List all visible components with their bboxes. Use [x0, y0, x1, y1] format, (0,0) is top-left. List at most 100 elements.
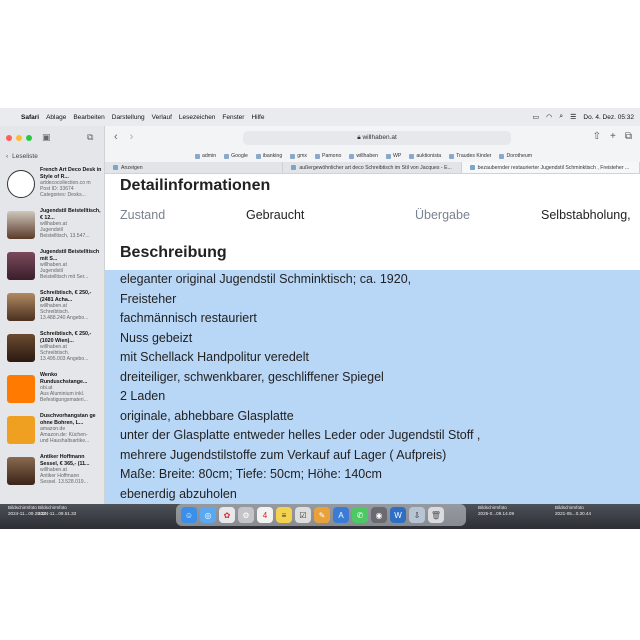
reading-list-item[interactable]: Jugendstil Beistelltisch, € 12... willha…	[0, 208, 104, 249]
tab-art-deco-schreibtisch[interactable]: außergewöhnlicher art deco Schreibtisch …	[283, 162, 462, 173]
description-selection: eleganter original Jugendstil Schminktis…	[105, 270, 640, 504]
safari-window: ▣ ⧉ ‹ Leseliste French Art Deco Desk in …	[0, 126, 640, 504]
favorite-item[interactable]: willhaben	[349, 153, 378, 159]
bookmark-icon	[409, 153, 415, 159]
reading-list-item[interactable]: Jugendstil Beistelltisch mit S... willha…	[0, 249, 104, 290]
calendar-icon[interactable]: 4	[257, 507, 273, 523]
item-title: Antiker Hoffmann Sessel, € 365,- (11...	[40, 454, 90, 467]
reading-list-item[interactable]: Antiker Hoffmann Sessel, € 365,- (11... …	[0, 454, 104, 495]
description-line: originale, abhebbare Glasplatte	[120, 408, 294, 423]
forward-icon[interactable]: ›	[130, 131, 134, 143]
favorite-item[interactable]: admin	[195, 153, 216, 159]
description-line: dreiteiliger, schwenkbarer, geschliffene…	[120, 369, 384, 384]
favorite-item[interactable]: auktionista	[409, 153, 441, 159]
zoom-window-button[interactable]	[26, 135, 32, 141]
desktop-file[interactable]: Bildschirmfoto 2021-05...0.30.44	[555, 505, 591, 516]
reading-list-item[interactable]: French Art Deco Desk in Style of R... ar…	[0, 167, 104, 208]
menu-verlauf[interactable]: Verlauf	[152, 114, 172, 121]
description-line: Nuss gebeizt	[120, 330, 193, 345]
reading-list-item[interactable]: Schreibtisch, € 250,- (2481 Acha... will…	[0, 290, 104, 331]
reading-list-title: Leseliste	[12, 153, 38, 160]
menu-hilfe[interactable]: Hilfe	[251, 114, 264, 121]
favorite-item[interactable]: ibanking	[255, 153, 282, 159]
finder-icon[interactable]: ☺	[181, 507, 197, 523]
desktop: Bildschirmfoto 2024-11...09.28.33 Bildsch…	[0, 504, 640, 529]
description-line: unter der Glasplatte entweder helles Led…	[120, 428, 481, 442]
favorite-item[interactable]: Traudes Kinder	[449, 153, 491, 159]
wifi-icon[interactable]: ◠	[546, 113, 552, 121]
share-icon[interactable]: ⇧	[593, 131, 601, 142]
minimize-window-button[interactable]	[16, 135, 22, 141]
tab-jugendstil-schminktisch[interactable]: bezaubernder restaurierter Jugendstil Sc…	[461, 162, 640, 173]
toolbar-actions: ⇧ + ⧉	[593, 131, 632, 142]
bookmark-icon	[315, 153, 321, 159]
reading-list-header: ‹ Leseliste	[6, 153, 38, 160]
favorite-item[interactable]: Pamono	[315, 153, 341, 159]
favicon-icon	[113, 165, 118, 170]
status-area: ▭ ◠ ⌕ ☰ Do. 4. Dez. 05:32	[532, 108, 634, 126]
back-icon[interactable]: ‹	[114, 131, 118, 143]
favorite-item[interactable]: gmx	[290, 153, 307, 159]
menu-darstellung[interactable]: Darstellung	[112, 114, 145, 121]
new-tab-icon[interactable]: +	[610, 131, 616, 142]
chevron-left-icon[interactable]: ‹	[6, 153, 8, 160]
menu-safari[interactable]: Safari	[21, 114, 39, 121]
page-title: Detailinformationen	[120, 177, 271, 194]
item-title: Jugendstil Beistelltisch, € 12...	[40, 208, 101, 221]
favorite-item[interactable]: Google	[224, 153, 248, 159]
screen: Safari Ablage Bearbeiten Darstellung Ver…	[0, 108, 640, 529]
trash-icon[interactable]: 🗑︎	[428, 507, 444, 523]
system-settings-icon[interactable]: ⚙	[238, 507, 254, 523]
menu-lesezeichen[interactable]: Lesezeichen	[179, 114, 216, 121]
description-line: 2 Laden	[120, 389, 166, 403]
description-title: Beschreibung	[120, 244, 227, 261]
preview-icon[interactable]: ◉	[371, 507, 387, 523]
field-key-uebergabe: Übergabe	[415, 208, 470, 222]
reading-list-item[interactable]: Schreibtisch, € 250,- (1020 Wien)... wil…	[0, 331, 104, 372]
field-value-zustand: Gebraucht	[246, 208, 305, 222]
description-line: Maße: Breite: 80cm; Tiefe: 50cm; Höhe: 1…	[120, 467, 382, 481]
tab-overview-icon[interactable]: ⧉	[87, 132, 93, 143]
field-key-zustand: Zustand	[120, 208, 166, 222]
desktop-file[interactable]: Bildschirmfoto 2024-11...09.51.33	[38, 505, 76, 516]
battery-icon[interactable]: ▭	[532, 113, 539, 121]
item-title: Wenko Runduschstange...	[40, 372, 88, 385]
sidebar-toggle-icon[interactable]: ▣	[42, 132, 51, 143]
reading-list: French Art Deco Desk in Style of R... ar…	[0, 167, 104, 495]
favorites-bar: admin Google ibanking gmx Pamono willhab…	[105, 150, 640, 162]
tab-anzeigen[interactable]: Anzeigen	[105, 162, 284, 173]
menu-bearbeiten[interactable]: Bearbeiten	[73, 114, 104, 121]
navigation-buttons: ‹ ›	[114, 131, 133, 143]
safari-icon[interactable]: ◎	[200, 507, 216, 523]
reminders-icon[interactable]: ☑	[295, 507, 311, 523]
item-line: und Haushaltsartike...	[40, 438, 90, 445]
menu-ablage[interactable]: Ablage	[46, 114, 66, 121]
description-line: ebenerdig abzuholen	[120, 486, 237, 501]
tabs-overview-icon[interactable]: ⧉	[625, 131, 632, 142]
item-line: Befestigungsmateri...	[40, 397, 88, 404]
item-line: 13.488.240 Angebo...	[40, 315, 89, 322]
photos-icon[interactable]: ✿	[219, 507, 235, 523]
downloads-folder-icon[interactable]: ⇩	[409, 507, 425, 523]
address-bar[interactable]: 🔒︎ willhaben.at	[243, 131, 511, 145]
reading-list-item[interactable]: Duschvorhangstan ge ohne Bohren, L... am…	[0, 413, 104, 454]
favorite-item[interactable]: WP	[385, 153, 401, 159]
close-window-button[interactable]	[6, 135, 12, 141]
item-title: Jugendstil Beistelltisch mit S...	[40, 249, 100, 262]
menubar-clock[interactable]: Do. 4. Dez. 05:32	[583, 114, 634, 121]
bookmark-icon	[449, 153, 455, 159]
control-center-icon[interactable]: ☰	[570, 113, 576, 121]
menu-fenster[interactable]: Fenster	[222, 114, 244, 121]
dock: ☺ ◎ ✿ ⚙ 4 ≡ ☑ ✎ A ✆ ◉ W ⇩ 🗑︎	[176, 504, 466, 526]
pages-icon[interactable]: ✎	[314, 507, 330, 523]
reading-list-item[interactable]: Wenko Runduschstange... obi.at Aus Alumi…	[0, 372, 104, 413]
desktop-file[interactable]: Bildschirmfoto 2025-0...09.14.09	[478, 505, 514, 516]
item-line: Beistelltisch, 13.547...	[40, 233, 90, 240]
favorite-item[interactable]: Dorotheum	[499, 153, 532, 159]
app-store-icon[interactable]: A	[333, 507, 349, 523]
word-icon[interactable]: W	[390, 507, 406, 523]
search-icon[interactable]: ⌕	[559, 113, 563, 121]
whatsapp-icon[interactable]: ✆	[352, 507, 368, 523]
notes-icon[interactable]: ≡	[276, 507, 292, 523]
bookmark-icon	[290, 153, 296, 159]
